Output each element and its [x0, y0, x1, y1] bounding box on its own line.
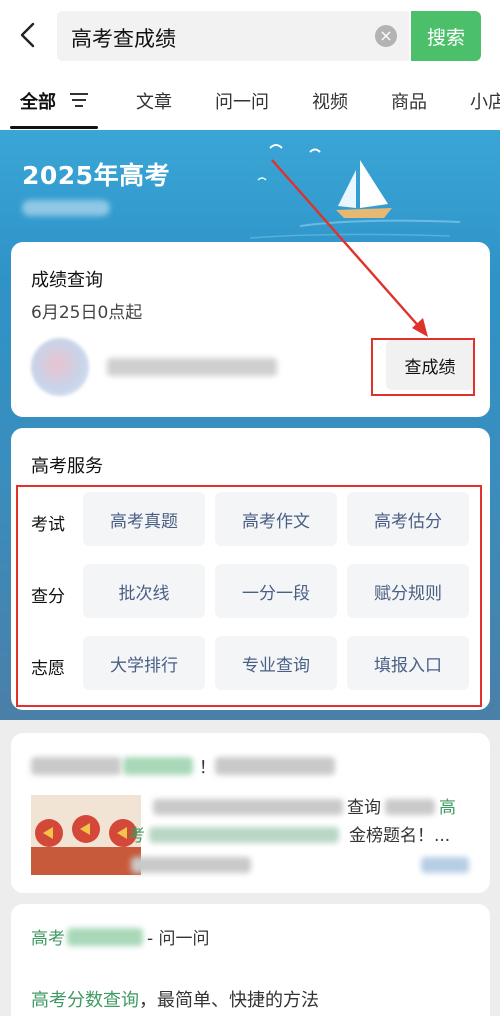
services-highlight-box: [16, 485, 482, 707]
services-title: 高考服务: [31, 456, 103, 477]
score-card-title: 成绩查询: [31, 270, 103, 291]
search-query-text: 高考查成绩: [71, 27, 176, 51]
result-thumbnail: [31, 795, 141, 875]
qa-snippet-highlight: 高考分数查询: [31, 990, 139, 1011]
banner-subtitle-blurred: [22, 200, 110, 216]
result-title-blurred: [31, 757, 121, 775]
result-source-blurred: [421, 857, 469, 873]
result-title-highlight-blurred: [123, 757, 193, 775]
filter-tabs: 全部 文章 问一问 视频 商品 小店: [0, 72, 500, 130]
tab-articles[interactable]: 文章: [136, 88, 172, 114]
search-input[interactable]: 高考查成绩 ×: [57, 11, 409, 61]
result-snippet-blurred-3: [149, 827, 339, 843]
search-result-article[interactable]: ！ 查询 高 考 金榜题名！...: [11, 733, 490, 893]
avatar: [31, 338, 89, 396]
qa-title-tail: - 问一问: [147, 929, 210, 949]
qa-title-blurred: [67, 928, 143, 946]
result-title-blurred-2: [215, 757, 335, 775]
search-result-qa[interactable]: 高考 - 问一问 高考分数查询 ，最简单、快捷的方法: [11, 904, 490, 1016]
search-bar: 高考查成绩 × 搜索: [0, 0, 500, 72]
sailboat-illustration: [249, 144, 461, 239]
qa-snippet-text: ，最简单、快捷的方法: [139, 990, 319, 1011]
tab-products[interactable]: 商品: [391, 88, 427, 114]
result-title-tail: ！: [199, 758, 216, 778]
tab-qa[interactable]: 问一问: [215, 88, 269, 114]
check-score-highlight-box: [371, 338, 475, 396]
result-snippet-highlight: 查询: [347, 798, 381, 818]
score-card-date: 6月25日0点起: [31, 303, 143, 323]
tab-all[interactable]: 全部: [20, 88, 56, 114]
result-snippet-end: 金榜题名！...: [349, 826, 451, 846]
qa-title-head: 高考: [31, 929, 65, 949]
result-snippet-blurred-2: [385, 799, 435, 815]
result-snippet-highlight-2: 高: [439, 798, 456, 818]
result-meta-blurred: [131, 857, 251, 873]
tab-stores[interactable]: 小店: [470, 88, 500, 114]
result-snippet-blurred: [153, 799, 343, 815]
result-snippet-highlight-3: 考: [128, 826, 145, 846]
clear-icon[interactable]: ×: [375, 25, 397, 47]
filter-icon[interactable]: [68, 90, 90, 110]
megaphone-thumbnail-icon: [31, 795, 141, 875]
org-name-blurred: [107, 358, 277, 376]
active-tab-indicator: [10, 126, 98, 129]
search-button[interactable]: 搜索: [411, 11, 481, 61]
banner-title: 2025年高考: [22, 161, 171, 190]
back-arrow-icon[interactable]: [14, 20, 44, 50]
tab-video[interactable]: 视频: [312, 88, 348, 114]
